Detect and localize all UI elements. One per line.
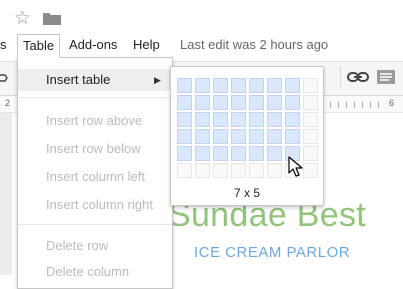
table-grid-cell[interactable] <box>231 129 246 144</box>
menu-item-insert-row-above[interactable]: Insert row above <box>18 110 172 132</box>
menu-format-partial[interactable]: s <box>0 34 7 56</box>
menu-item-insert-table[interactable]: Insert table ▶ <box>18 69 172 91</box>
table-grid-cell[interactable] <box>249 163 264 178</box>
table-grid-cell[interactable] <box>231 95 246 110</box>
table-grid-cell[interactable] <box>195 129 210 144</box>
table-grid-cell[interactable] <box>249 95 264 110</box>
menu-item-delete-row[interactable]: Delete row <box>18 235 172 257</box>
table-grid-cell[interactable] <box>249 78 264 93</box>
table-grid-cell[interactable] <box>213 78 228 93</box>
menu-item-label: Insert row above <box>46 113 143 128</box>
table-grid-cell[interactable] <box>213 146 228 161</box>
menu-item-label: Delete row <box>46 238 109 253</box>
table-grid-cell[interactable] <box>303 163 318 178</box>
table-grid-cell[interactable] <box>177 163 192 178</box>
link-icon[interactable] <box>347 70 369 84</box>
mouse-cursor-icon <box>288 156 303 177</box>
table-grid-cell[interactable] <box>231 112 246 127</box>
menu-table[interactable]: Table <box>17 34 61 58</box>
table-grid-cell[interactable] <box>303 112 318 127</box>
table-grid-cell[interactable] <box>177 112 192 127</box>
table-grid-cell[interactable] <box>231 163 246 178</box>
table-grid-cell[interactable] <box>213 163 228 178</box>
submenu-arrow-icon: ▶ <box>154 75 161 85</box>
menu-item-label: Insert table <box>46 72 111 87</box>
table-grid-cell[interactable] <box>303 95 318 110</box>
menu-item-label: Insert row below <box>46 141 141 156</box>
table-grid-cell[interactable] <box>267 129 282 144</box>
menu-item-label: Insert column left <box>46 169 145 184</box>
comment-icon[interactable] <box>377 70 395 84</box>
table-grid-cell[interactable] <box>267 95 282 110</box>
menu-bar: s Table Add-ons Help Last edit was 2 hou… <box>0 34 403 58</box>
menu-addons[interactable]: Add-ons <box>69 34 117 56</box>
menu-item-label: Insert column right <box>46 197 153 212</box>
table-grid-cell[interactable] <box>195 78 210 93</box>
table-size-label: 7 x 5 <box>233 186 260 200</box>
table-grid-cell[interactable] <box>177 129 192 144</box>
table-grid-cell[interactable] <box>177 78 192 93</box>
menu-help[interactable]: Help <box>133 34 160 56</box>
menu-separator <box>18 97 172 98</box>
star-icon[interactable]: ☆ <box>14 9 31 28</box>
table-grid-cell[interactable] <box>249 129 264 144</box>
table-grid-cell[interactable] <box>267 112 282 127</box>
table-size-picker: 7 x 5 <box>170 66 324 206</box>
table-grid-cell[interactable] <box>267 78 282 93</box>
table-grid-cell[interactable] <box>249 146 264 161</box>
table-grid-cell[interactable] <box>303 146 318 161</box>
folder-icon[interactable] <box>43 12 61 25</box>
table-menu: Insert table ▶ Insert row above Insert r… <box>17 57 173 289</box>
document-subtitle[interactable]: ICE CREAM PARLOR <box>194 244 350 261</box>
table-grid-cell[interactable] <box>285 129 300 144</box>
table-grid-cell[interactable] <box>195 163 210 178</box>
ruler-number-left: 2 <box>5 98 11 108</box>
table-grid-cell[interactable] <box>303 129 318 144</box>
table-grid-cell[interactable] <box>267 163 282 178</box>
last-edit-link[interactable]: Last edit was 2 hours ago <box>180 34 328 56</box>
table-grid-cell[interactable] <box>177 146 192 161</box>
table-grid-cell[interactable] <box>267 146 282 161</box>
ruler-number-right: 6 <box>389 98 395 108</box>
table-grid-cell[interactable] <box>285 78 300 93</box>
menu-item-insert-row-below[interactable]: Insert row below <box>18 138 172 160</box>
menu-separator <box>18 224 172 225</box>
table-grid-cell[interactable] <box>231 78 246 93</box>
document-margin <box>0 113 12 275</box>
menu-item-insert-column-right[interactable]: Insert column right <box>18 194 172 216</box>
table-grid-cell[interactable] <box>195 112 210 127</box>
menu-item-label: Delete column <box>46 264 130 279</box>
table-grid-cell[interactable] <box>195 95 210 110</box>
toolbar-left-fragment-icon[interactable] <box>0 71 8 85</box>
table-grid-cell[interactable] <box>303 78 318 93</box>
table-grid-cell[interactable] <box>285 95 300 110</box>
ruler-ticks <box>330 102 386 108</box>
table-grid-cell[interactable] <box>213 95 228 110</box>
table-grid-cell[interactable] <box>285 112 300 127</box>
table-grid-cell[interactable] <box>249 112 264 127</box>
table-grid-cell[interactable] <box>177 95 192 110</box>
toolbar-separator <box>340 66 341 88</box>
table-grid-cell[interactable] <box>195 146 210 161</box>
menu-item-insert-column-left[interactable]: Insert column left <box>18 166 172 188</box>
table-grid-cell[interactable] <box>231 146 246 161</box>
table-grid-cell[interactable] <box>213 129 228 144</box>
menu-item-delete-column[interactable]: Delete column <box>18 261 172 283</box>
table-grid-cell[interactable] <box>213 112 228 127</box>
